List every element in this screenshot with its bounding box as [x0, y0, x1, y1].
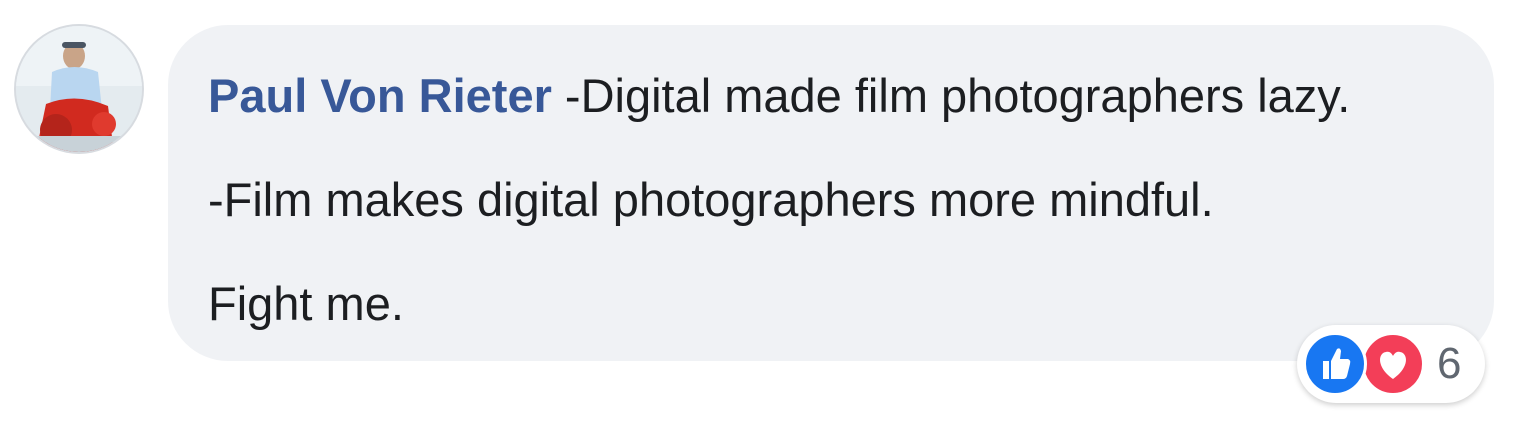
- author-name-link[interactable]: Paul Von Rieter: [208, 69, 552, 122]
- avatar[interactable]: [16, 26, 142, 152]
- like-icon: [1303, 332, 1367, 396]
- reactions-summary[interactable]: 6: [1297, 325, 1485, 403]
- comment-line-3: Fight me.: [208, 277, 404, 330]
- comment-line-1: Paul Von Rieter -Digital made film photo…: [208, 69, 1494, 123]
- comment-bubble: Paul Von Rieter -Digital made film photo…: [168, 25, 1494, 361]
- comment-line-2: -Film makes digital photographers more m…: [208, 173, 1214, 226]
- comment-text-1: -Digital made film photographers lazy.: [551, 69, 1351, 122]
- comment: Paul Von Rieter -Digital made film photo…: [0, 0, 1521, 422]
- reaction-count: 6: [1437, 339, 1462, 388]
- love-icon: [1361, 332, 1425, 396]
- avatar-photo: [16, 26, 142, 152]
